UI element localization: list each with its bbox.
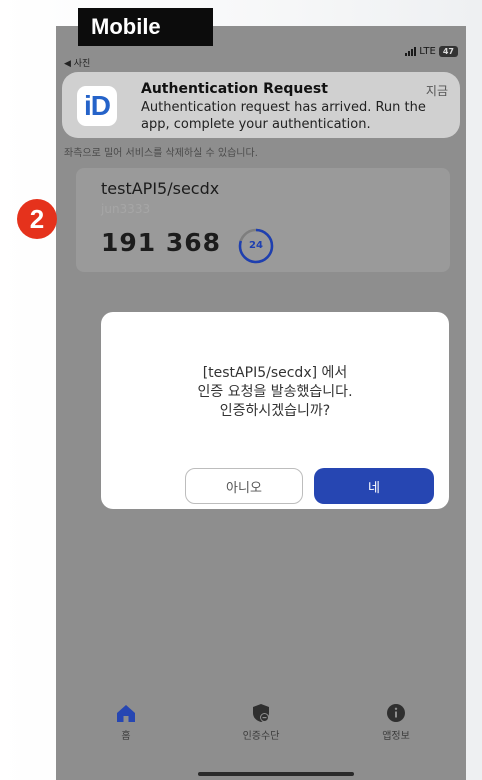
step-badge: 2 xyxy=(17,199,57,239)
status-icons: LTE 47 xyxy=(405,46,458,57)
tab-home[interactable]: 홈 xyxy=(81,702,171,742)
dialog-message: [testAPI5/secdx] 에서 인증 요청을 발송했습니다. 인증하시겠… xyxy=(101,364,449,421)
otp-card[interactable]: testAPI5/secdx jun3333 191 368 24 xyxy=(76,168,450,272)
yes-button[interactable]: 네 xyxy=(314,468,434,504)
home-indicator xyxy=(198,772,354,776)
otp-service-name: testAPI5/secdx xyxy=(101,179,220,198)
phone-screen: ◀ 사진 LTE 47 iD Authentication Request 지금… xyxy=(56,26,466,780)
tab-auth-methods[interactable]: 인증수단 xyxy=(216,702,306,742)
otp-user-id: jun3333 xyxy=(101,202,151,216)
dialog-line: [testAPI5/secdx] 에서 xyxy=(202,365,348,381)
tab-app-info-label: 앱정보 xyxy=(382,731,410,742)
dialog-line: 인증 요청을 발송했습니다. xyxy=(197,384,353,400)
no-button[interactable]: 아니오 xyxy=(185,468,303,504)
notification-body: Authentication request has arrived. Run … xyxy=(141,100,426,132)
tab-home-label: 홈 xyxy=(121,731,131,742)
auth-confirm-dialog: [testAPI5/secdx] 에서 인증 요청을 발송했습니다. 인증하시겠… xyxy=(101,312,449,509)
back-to-photos-link[interactable]: ◀ 사진 xyxy=(64,56,90,69)
bottom-tab-bar: 홈 인증수단 앱정보 xyxy=(56,702,466,762)
timer-ring: 24 xyxy=(236,226,276,266)
signal-icon xyxy=(405,47,417,56)
mobile-label: Mobile xyxy=(78,8,213,46)
network-label: LTE xyxy=(419,46,436,57)
shield-icon xyxy=(253,704,269,722)
notification-time: 지금 xyxy=(425,84,448,98)
tab-app-info[interactable]: 앱정보 xyxy=(351,702,441,742)
dialog-line: 인증하시겠습니까? xyxy=(219,403,331,419)
swipe-hint: 좌측으로 밀어 서비스를 삭제하실 수 있습니다. xyxy=(64,148,258,159)
push-notification[interactable]: iD Authentication Request 지금 Authenticat… xyxy=(62,72,460,138)
notification-title: Authentication Request xyxy=(141,81,328,97)
battery-icon: 47 xyxy=(438,46,458,57)
otp-code: 191 368 xyxy=(101,228,222,257)
tab-auth-methods-label: 인증수단 xyxy=(242,731,280,742)
timer-seconds: 24 xyxy=(249,240,263,251)
home-icon xyxy=(117,705,135,722)
app-logo-icon: iD xyxy=(77,86,117,126)
info-icon xyxy=(387,704,405,722)
